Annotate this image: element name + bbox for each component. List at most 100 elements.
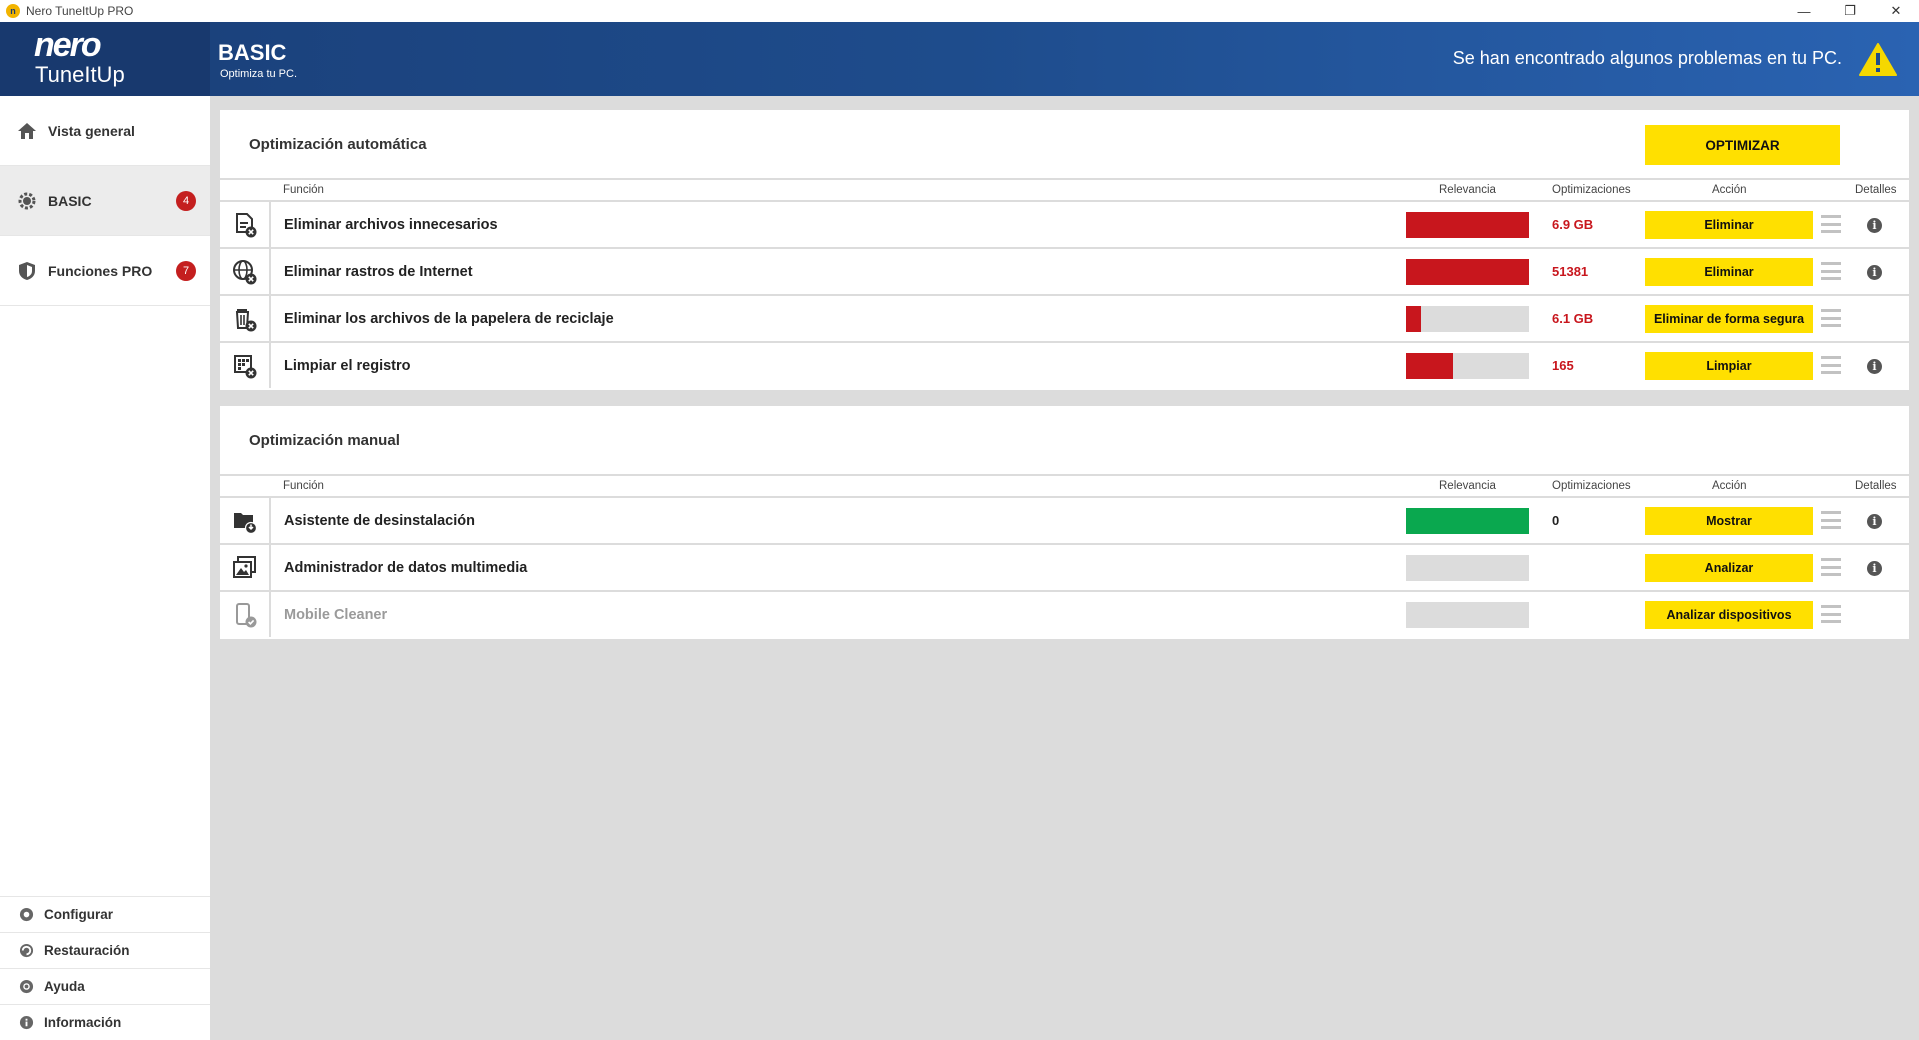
minimize-button[interactable]: — [1781,0,1827,22]
function-name[interactable]: Eliminar los archivos de la papelera de … [284,311,614,327]
uninstall-folder-icon [220,498,271,543]
count-badge: 4 [176,190,196,211]
table-row: Limpiar el registro 165 Limpiar i [220,343,1909,390]
column-function: Función [283,480,324,492]
table-header: Función Relevancia Optimizaciones Acción… [220,476,1909,498]
trash-delete-icon [220,296,271,341]
table-row: Asistente de desinstalación 0 Mostrar i [220,498,1909,545]
relevance-fill [1406,353,1453,379]
shield-icon [16,260,38,282]
count-badge: 7 [176,260,196,281]
sidebar-item-label: Restauración [44,943,130,958]
sidebar-item-configure[interactable]: Configurar [0,896,210,932]
section-header: Optimización automática OPTIMIZAR [220,110,1909,180]
registry-delete-icon [220,343,271,388]
column-relevance: Relevancia [1439,184,1496,196]
optimizations-value: 165 [1552,358,1574,373]
action-button-mostrar[interactable]: Mostrar [1645,507,1813,535]
action-button-analizar-dispositivos[interactable]: Analizar dispositivos [1645,601,1813,629]
globe-delete-icon [220,249,271,294]
menu-icon[interactable] [1821,558,1841,576]
action-button-analizar[interactable]: Analizar [1645,554,1813,582]
function-name[interactable]: Limpiar el registro [284,358,411,374]
function-name[interactable]: Eliminar archivos innecesarios [284,217,498,233]
menu-icon[interactable] [1821,215,1841,233]
info-icon[interactable]: i [1867,218,1882,233]
menu-icon[interactable] [1821,605,1841,623]
sidebar-item-info[interactable]: Información [0,1004,210,1040]
warning-icon [1859,43,1897,76]
column-details: Detalles [1855,184,1897,196]
section-title: Optimización automática [249,135,427,153]
optimizations-value: 6.1 GB [1552,311,1594,326]
column-optimizations: Optimizaciones [1552,184,1631,196]
action-button-limpiar[interactable]: Limpiar [1645,352,1813,380]
relevance-bar [1406,602,1529,628]
manual-rows: Asistente de desinstalación 0 Mostrar i Admi… [220,498,1909,639]
sidebar-item-label: Configurar [44,907,113,922]
menu-icon[interactable] [1821,309,1841,327]
table-row: Eliminar rastros de Internet 51381 Elimina… [220,249,1909,296]
column-action: Acción [1712,184,1747,196]
sidebar: Vista general BASIC 4 Funciones PRO 7 Co… [0,96,210,1040]
action-button-eliminar[interactable]: Eliminar [1645,211,1813,239]
sidebar-item-overview[interactable]: Vista general [0,96,210,166]
sidebar-footer: Configurar Restauración Ayuda Informació… [0,896,210,1040]
action-button-eliminar[interactable]: Eliminar [1645,258,1813,286]
header: nero TuneItUp BASIC Optimiza tu PC. Se h… [0,22,1919,96]
sidebar-item-restore[interactable]: Restauración [0,932,210,968]
optimize-button[interactable]: OPTIMIZAR [1645,125,1840,165]
relevance-bar [1406,259,1529,285]
menu-icon[interactable] [1821,356,1841,374]
sidebar-item-label: Funciones PRO [48,262,153,279]
info-icon[interactable]: i [1867,265,1882,280]
function-name[interactable]: Administrador de datos multimedia [284,560,527,576]
mobile-icon [220,592,271,637]
page-title: BASIC [218,40,287,65]
action-button-eliminar-de-forma-segura[interactable]: Eliminar de forma segura [1645,305,1813,333]
logo-product: TuneItUp [35,62,125,87]
file-delete-icon [220,202,271,247]
column-details: Detalles [1855,480,1897,492]
relevance-bar [1406,508,1529,534]
close-button[interactable]: ✕ [1873,0,1919,22]
menu-icon[interactable] [1821,511,1841,529]
sidebar-item-help[interactable]: Ayuda [0,968,210,1004]
function-name[interactable]: Eliminar rastros de Internet [284,264,473,280]
help-icon [18,979,34,995]
table-header: Función Relevancia Optimizaciones Acción… [220,180,1909,202]
warning-message: Se han encontrado algunos problemas en t… [1452,48,1842,68]
window-title: Nero TuneItUp PRO [26,4,134,18]
relevance-bar [1406,212,1529,238]
relevance-fill [1406,259,1529,285]
function-name[interactable]: Asistente de desinstalación [284,513,475,529]
optimizations-value: 0 [1552,513,1560,528]
table-row: Administrador de datos multimedia Analiza… [220,545,1909,592]
logo-brand: nero [34,26,102,64]
info-icon[interactable]: i [1867,561,1882,576]
sidebar-item-label: Vista general [48,122,135,139]
media-icon [220,545,271,590]
relevance-bar [1406,353,1529,379]
info-icon[interactable]: i [1867,359,1882,374]
table-row: Mobile Cleaner Analizar dispositivos [220,592,1909,639]
sidebar-item-label: Información [44,1015,122,1030]
relevance-bar [1406,555,1529,581]
info-icon [18,1015,34,1031]
relevance-fill [1406,306,1421,332]
restore-button[interactable]: ❐ [1827,0,1873,22]
function-name[interactable]: Mobile Cleaner [284,607,387,623]
app-icon: n [6,4,20,18]
optimizations-value: 6.9 GB [1552,217,1594,232]
logo: nero TuneItUp [0,22,210,96]
sidebar-item-basic[interactable]: BASIC 4 [0,166,210,236]
home-icon [16,120,38,142]
page-subtitle: Optimiza tu PC. [220,68,298,80]
table-row: Eliminar archivos innecesarios 6.9 GB Elim… [220,202,1909,249]
sidebar-item-pro[interactable]: Funciones PRO 7 [0,236,210,306]
info-icon[interactable]: i [1867,514,1882,529]
column-function: Función [283,184,324,196]
sidebar-item-label: BASIC [48,192,92,209]
table-row: Eliminar los archivos de la papelera de … [220,296,1909,343]
menu-icon[interactable] [1821,262,1841,280]
